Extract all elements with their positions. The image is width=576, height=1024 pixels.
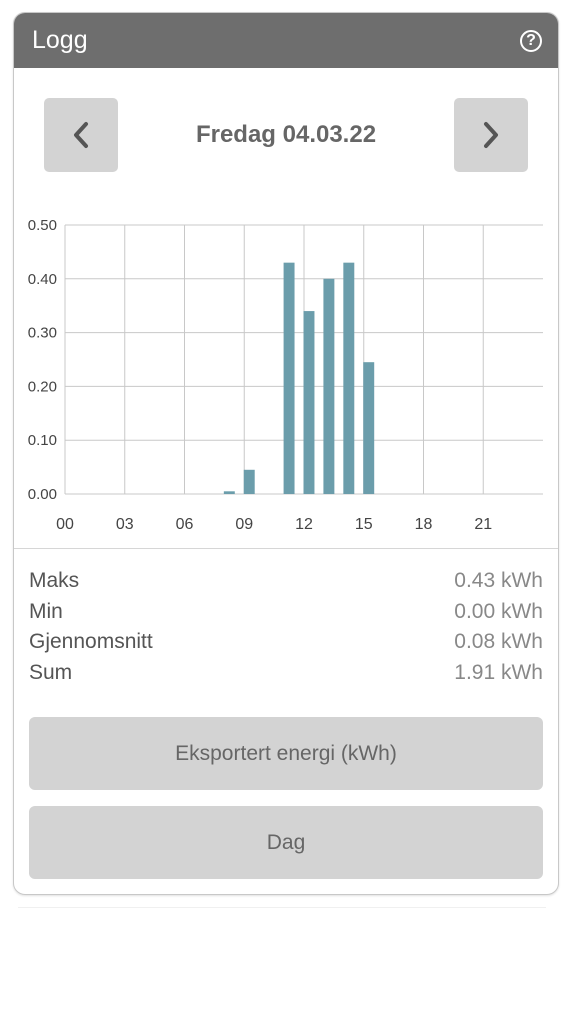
x-tick-label: 00 [56,516,74,533]
stat-value: 0.43 kWh [454,569,543,592]
y-tick-label: 0.00 [28,486,57,503]
y-tick-label: 0.20 [28,378,57,395]
stat-row: Gjennomsnitt 0.08 kWh [29,627,543,658]
next-day-button[interactable] [454,98,528,172]
divider [14,548,558,549]
period-button[interactable]: Dag [29,806,543,879]
bar [243,469,255,494]
x-tick-label: 21 [474,516,492,533]
stat-label: Gjennomsnitt [29,630,153,653]
x-tick-label: 06 [176,516,194,533]
stat-row: Maks 0.43 kWh [29,566,543,597]
stat-value: 0.00 kWh [454,599,543,623]
previous-day-button[interactable] [44,98,118,172]
help-icon[interactable]: ? [520,29,542,52]
x-tick-label: 15 [355,516,373,533]
page-title: Logg [32,26,88,54]
log-card: Logg ? Fredag 04.03.22 0.00 0.10 0.20 0.30 0… [13,12,559,895]
x-tick-label: 09 [235,516,253,533]
y-tick-label: 0.10 [28,432,57,449]
date-navigator: Fredag 04.03.22 [14,98,558,172]
y-tick-label: 0.40 [28,271,57,288]
energy-bar-chart: 0.00 0.10 0.20 0.30 0.40 0.50 00 03 06 09 12 15 18 21 [28,217,543,533]
stat-value: 1.91 kWh [454,660,543,684]
x-tick-label: 18 [415,516,433,533]
x-tick-label: 12 [295,516,313,533]
bar [283,262,295,494]
bottom-divider [18,907,546,908]
chevron-right-icon [484,122,498,148]
chevron-left-icon [74,122,88,148]
y-tick-label: 0.50 [28,217,57,234]
header-bar: Logg ? [14,13,558,68]
y-tick-label: 0.30 [28,325,57,342]
current-date: Fredag 04.03.22 [195,121,377,148]
bar [343,262,355,494]
stat-row: Min 0.00 kWh [29,597,543,628]
stat-label: Maks [29,569,80,592]
stat-value: 0.08 kWh [454,630,543,653]
stat-label: Sum [29,660,73,684]
bar [363,362,375,494]
energy-type-button[interactable]: Eksportert energi (kWh) [29,717,543,790]
bar [223,491,235,494]
stats-list: Maks 0.43 kWh Min 0.00 kWh Gjennomsnitt 0.08 … [29,566,543,688]
bar [323,278,335,494]
x-tick-label: 03 [116,516,134,533]
bar [303,311,315,494]
stat-label: Min [29,599,63,623]
stat-row: Sum 1.91 kWh [29,658,543,689]
